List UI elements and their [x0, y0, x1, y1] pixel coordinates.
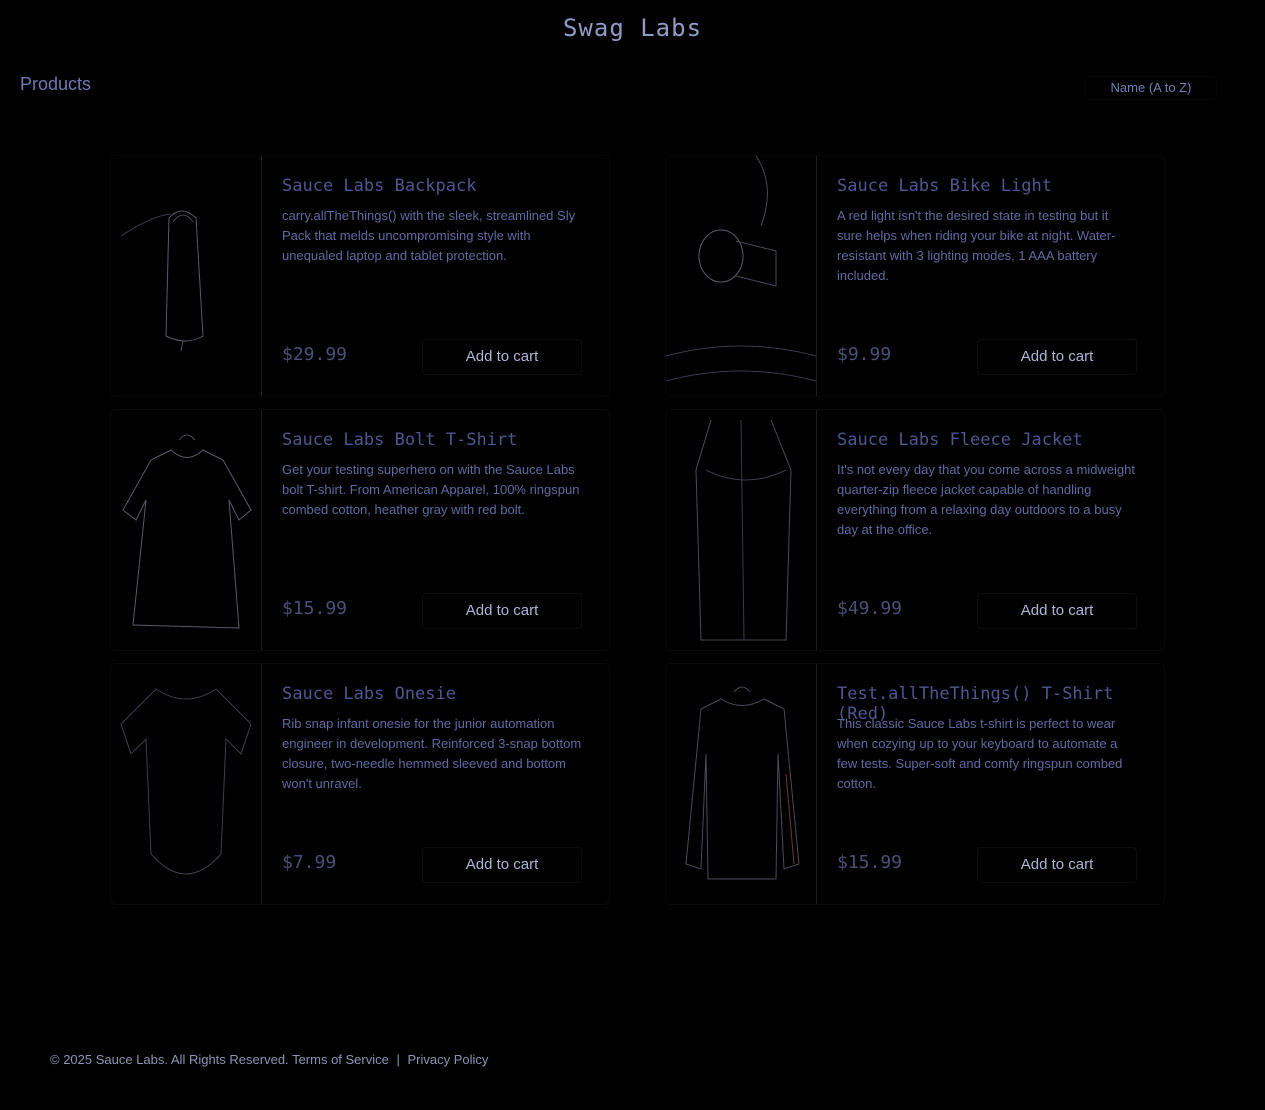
product-name[interactable]: Sauce Labs Bolt T-Shirt	[282, 430, 582, 450]
product-name[interactable]: Sauce Labs Bike Light	[837, 176, 1137, 196]
product-name[interactable]: Sauce Labs Onesie	[282, 684, 582, 704]
inventory-item: Sauce Labs Bolt T-Shirt Get your testing…	[110, 409, 610, 651]
add-to-cart-button[interactable]: Add to cart	[977, 847, 1137, 883]
product-price: $15.99	[837, 852, 903, 873]
product-price: $9.99	[837, 344, 892, 365]
privacy-policy-link[interactable]: Privacy Policy	[408, 1052, 489, 1067]
footer: © 2025 Sauce Labs. All Rights Reserved. …	[50, 1052, 488, 1067]
inventory-item: Sauce Labs Backpack carry.allTheThings()…	[110, 155, 610, 397]
footer-separator: |	[396, 1052, 400, 1067]
footer-copyright: © 2025 Sauce Labs. All Rights Reserved.	[50, 1052, 289, 1067]
jacket-icon[interactable]	[666, 410, 817, 650]
product-name[interactable]: Sauce Labs Fleece Jacket	[837, 430, 1137, 450]
product-description: This classic Sauce Labs t-shirt is perfe…	[837, 716, 1123, 791]
inventory-item: Sauce Labs Fleece Jacket It's not every …	[665, 409, 1165, 651]
product-price: $15.99	[282, 598, 348, 619]
app-logo-title: Swag Labs	[562, 14, 703, 42]
inventory-item: Sauce Labs Onesie Rib snap infant onesie…	[110, 663, 610, 905]
page-title: Products	[20, 74, 92, 94]
add-to-cart-button[interactable]: Add to cart	[422, 847, 582, 883]
product-price: $49.99	[837, 598, 903, 619]
inventory-item: Test.allTheThings() T-Shirt (Red) This c…	[665, 663, 1165, 905]
inventory-list: Sauce Labs Backpack carry.allTheThings()…	[110, 155, 1165, 905]
product-price: $7.99	[282, 852, 337, 873]
bike-light-icon[interactable]	[666, 156, 817, 396]
product-description: carry.allTheThings() with the sleek, str…	[282, 208, 576, 263]
add-to-cart-button[interactable]: Add to cart	[977, 339, 1137, 375]
product-description: Get your testing superhero on with the S…	[282, 462, 580, 517]
tshirt-icon[interactable]	[111, 410, 262, 650]
long-sleeve-shirt-icon[interactable]	[666, 664, 817, 904]
add-to-cart-button[interactable]: Add to cart	[977, 593, 1137, 629]
add-to-cart-button[interactable]: Add to cart	[422, 339, 582, 375]
product-name[interactable]: Sauce Labs Backpack	[282, 176, 582, 196]
terms-of-service-link[interactable]: Terms of Service	[292, 1052, 389, 1067]
sort-dropdown[interactable]: Name (A to Z)	[1085, 76, 1217, 100]
inventory-item: Sauce Labs Bike Light A red light isn't …	[665, 155, 1165, 397]
add-to-cart-button[interactable]: Add to cart	[422, 593, 582, 629]
product-price: $29.99	[282, 344, 348, 365]
product-description: It's not every day that you come across …	[837, 462, 1136, 537]
product-description: A red light isn't the desired state in t…	[837, 208, 1116, 283]
product-description: Rib snap infant onesie for the junior au…	[282, 716, 582, 791]
onesie-icon[interactable]	[111, 664, 262, 904]
backpack-icon[interactable]	[111, 156, 262, 396]
